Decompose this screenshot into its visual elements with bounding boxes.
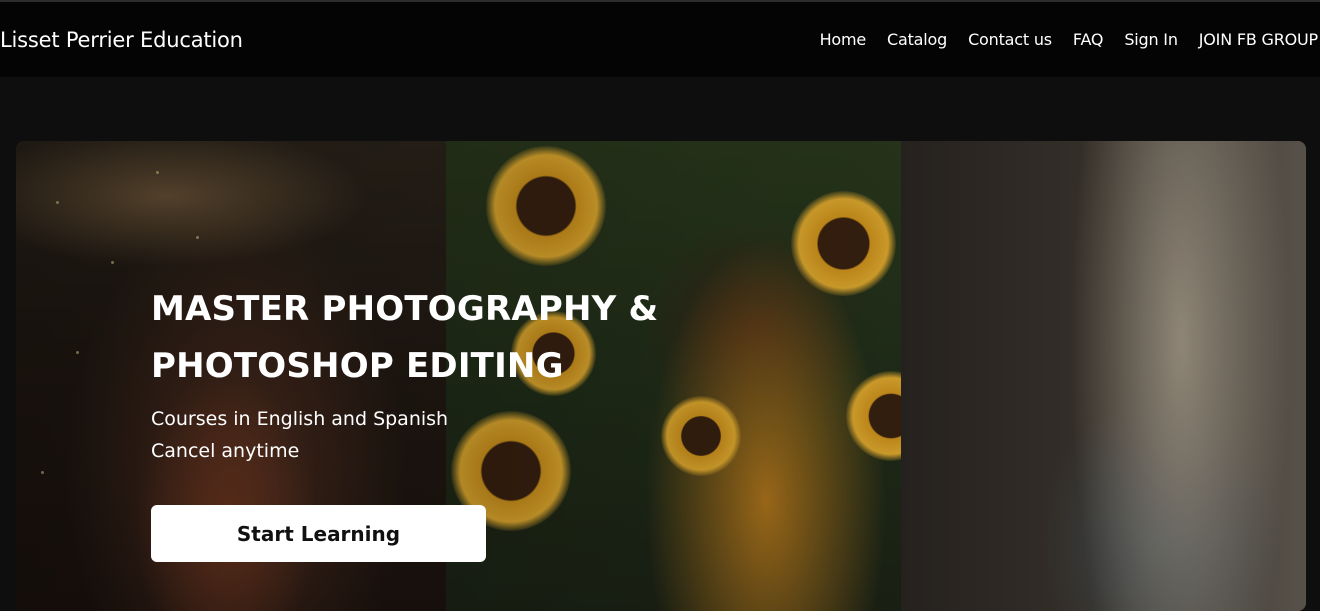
site-brand[interactable]: Lisset Perrier Education — [0, 28, 243, 52]
nav-link-home[interactable]: Home — [820, 30, 867, 49]
hero-subtitle: Courses in English and Spanish Cancel any… — [151, 403, 651, 467]
hero-subtitle-line1: Courses in English and Spanish — [151, 408, 449, 430]
hero-title-line2: PHOTOSHOP EDITING — [151, 346, 564, 386]
nav-link-contact[interactable]: Contact us — [968, 30, 1052, 49]
main-nav: Home Catalog Contact us FAQ Sign In JOIN… — [820, 30, 1319, 49]
hero-banner: MASTER PHOTOGRAPHY & PHOTOSHOP EDITING Co… — [16, 141, 1306, 611]
nav-link-fb-group[interactable]: JOIN FB GROUP — [1199, 30, 1318, 49]
start-learning-button[interactable]: Start Learning — [151, 505, 486, 562]
top-navbar: Lisset Perrier Education Home Catalog Co… — [0, 0, 1320, 77]
hero-title: MASTER PHOTOGRAPHY & PHOTOSHOP EDITING — [151, 281, 771, 395]
hero-subtitle-line2: Cancel anytime — [151, 440, 300, 462]
hero-title-line1: MASTER PHOTOGRAPHY & — [151, 289, 659, 329]
nav-link-catalog[interactable]: Catalog — [887, 30, 947, 49]
nav-link-sign-in[interactable]: Sign In — [1124, 30, 1178, 49]
nav-link-faq[interactable]: FAQ — [1073, 30, 1104, 49]
